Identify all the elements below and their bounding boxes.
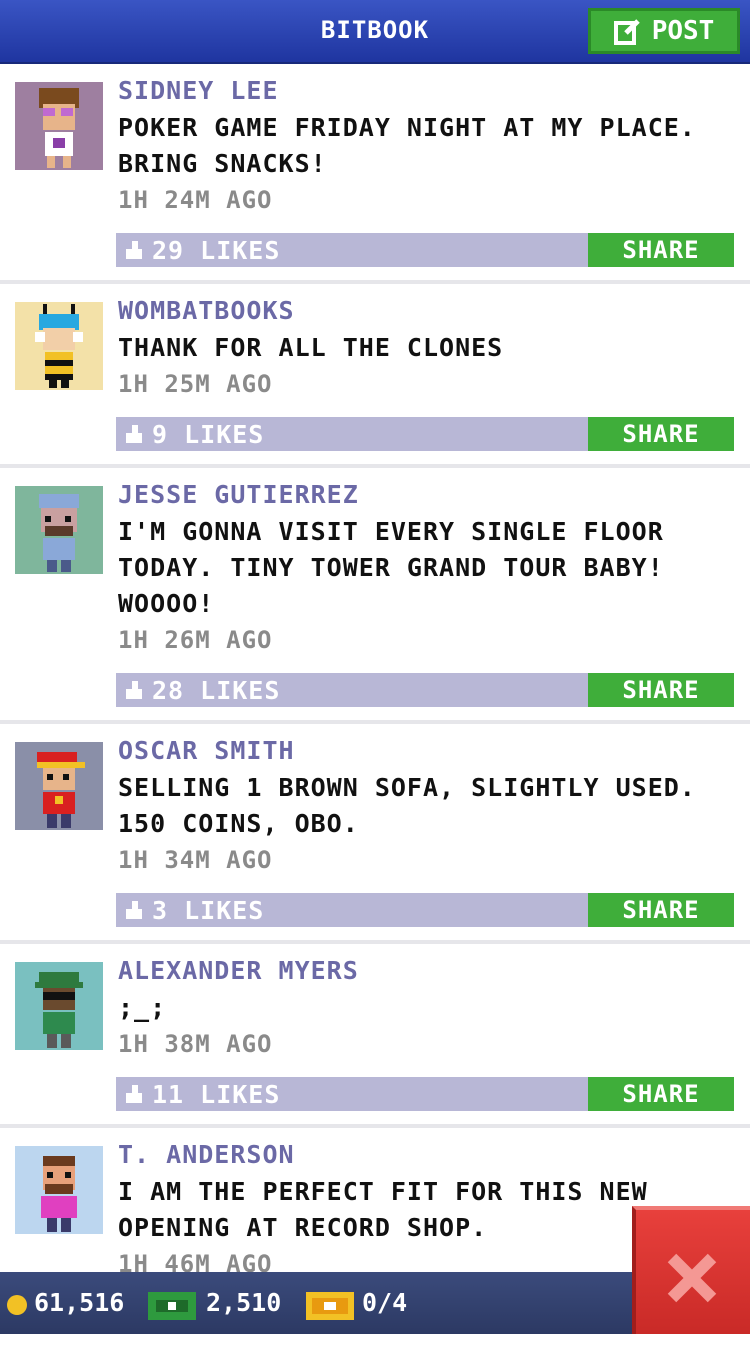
- share-button[interactable]: SHARE: [588, 673, 734, 707]
- post-time: 1H 38M AGO: [118, 1030, 273, 1058]
- like-count: 3 LIKES: [152, 896, 265, 925]
- feed-post: SIDNEY LEE POKER GAME FRIDAY NIGHT AT MY…: [0, 64, 750, 284]
- app-header: BITBOOK POST: [0, 0, 750, 64]
- post-author[interactable]: OSCAR SMITH: [118, 736, 295, 765]
- post-message: I'M GONNA VISIT EVERY SINGLE FLOOR TODAY…: [118, 517, 664, 618]
- avatar: [15, 1146, 103, 1234]
- share-button[interactable]: SHARE: [588, 1077, 734, 1111]
- post-message: POKER GAME FRIDAY NIGHT AT MY PLACE. BRI…: [118, 113, 696, 178]
- avatar: [15, 742, 103, 830]
- post-author[interactable]: T. ANDERSON: [118, 1140, 295, 1169]
- like-bar[interactable]: 11 LIKES SHARE: [116, 1077, 734, 1111]
- close-button[interactable]: [632, 1206, 750, 1334]
- like-count: 9 LIKES: [152, 420, 265, 449]
- tickets-count: 0/4: [362, 1288, 408, 1317]
- like-count: 28 LIKES: [152, 676, 281, 705]
- coin-icon: [7, 1295, 27, 1315]
- avatar: [15, 486, 103, 574]
- feed-post: WOMBATBOOKS THANK FOR ALL THE CLONES 1H …: [0, 284, 750, 468]
- share-button[interactable]: SHARE: [588, 233, 734, 267]
- coins-count: 61,516: [34, 1288, 125, 1317]
- post-time: 1H 25M AGO: [118, 370, 273, 398]
- post-message: SELLING 1 BROWN SOFA, SLIGHTLY USED. 150…: [118, 773, 696, 838]
- avatar: [15, 962, 103, 1050]
- post-edit-icon: [613, 19, 640, 45]
- post-message: ;_;: [118, 993, 167, 1022]
- feed-post: JESSE GUTIERREZ I'M GONNA VISIT EVERY SI…: [0, 468, 750, 724]
- bux-count: 2,510: [206, 1288, 282, 1317]
- post-time: 1H 24M AGO: [118, 186, 273, 214]
- post-author[interactable]: WOMBATBOOKS: [118, 296, 295, 325]
- post-time: 1H 26M AGO: [118, 626, 273, 654]
- thumbs-up-icon: [126, 425, 142, 443]
- like-bar[interactable]: 3 LIKES SHARE: [116, 893, 734, 927]
- post-author[interactable]: ALEXANDER MYERS: [118, 956, 359, 985]
- feed-post: ALEXANDER MYERS ;_; 1H 38M AGO 11 LIKES …: [0, 944, 750, 1128]
- share-button[interactable]: SHARE: [588, 893, 734, 927]
- avatar: [15, 82, 103, 170]
- like-count: 29 LIKES: [152, 236, 281, 265]
- close-x-icon: [667, 1253, 717, 1303]
- share-button[interactable]: SHARE: [588, 417, 734, 451]
- ticket-icon: [306, 1292, 354, 1320]
- post-author[interactable]: JESSE GUTIERREZ: [118, 480, 359, 509]
- post-time: 1H 34M AGO: [118, 846, 273, 874]
- post-button-label: POST: [651, 16, 715, 46]
- post-button[interactable]: POST: [588, 8, 740, 54]
- like-bar[interactable]: 28 LIKES SHARE: [116, 673, 734, 707]
- like-bar[interactable]: 9 LIKES SHARE: [116, 417, 734, 451]
- avatar: [15, 302, 103, 390]
- thumbs-up-icon: [126, 901, 142, 919]
- bux-icon: [148, 1292, 196, 1320]
- feed-post: OSCAR SMITH SELLING 1 BROWN SOFA, SLIGHT…: [0, 724, 750, 944]
- post-author[interactable]: SIDNEY LEE: [118, 76, 279, 105]
- like-count: 11 LIKES: [152, 1080, 281, 1109]
- thumbs-up-icon: [126, 1085, 142, 1103]
- thumbs-up-icon: [126, 681, 142, 699]
- post-message: THANK FOR ALL THE CLONES: [118, 333, 504, 362]
- like-bar[interactable]: 29 LIKES SHARE: [116, 233, 734, 267]
- thumbs-up-icon: [126, 241, 142, 259]
